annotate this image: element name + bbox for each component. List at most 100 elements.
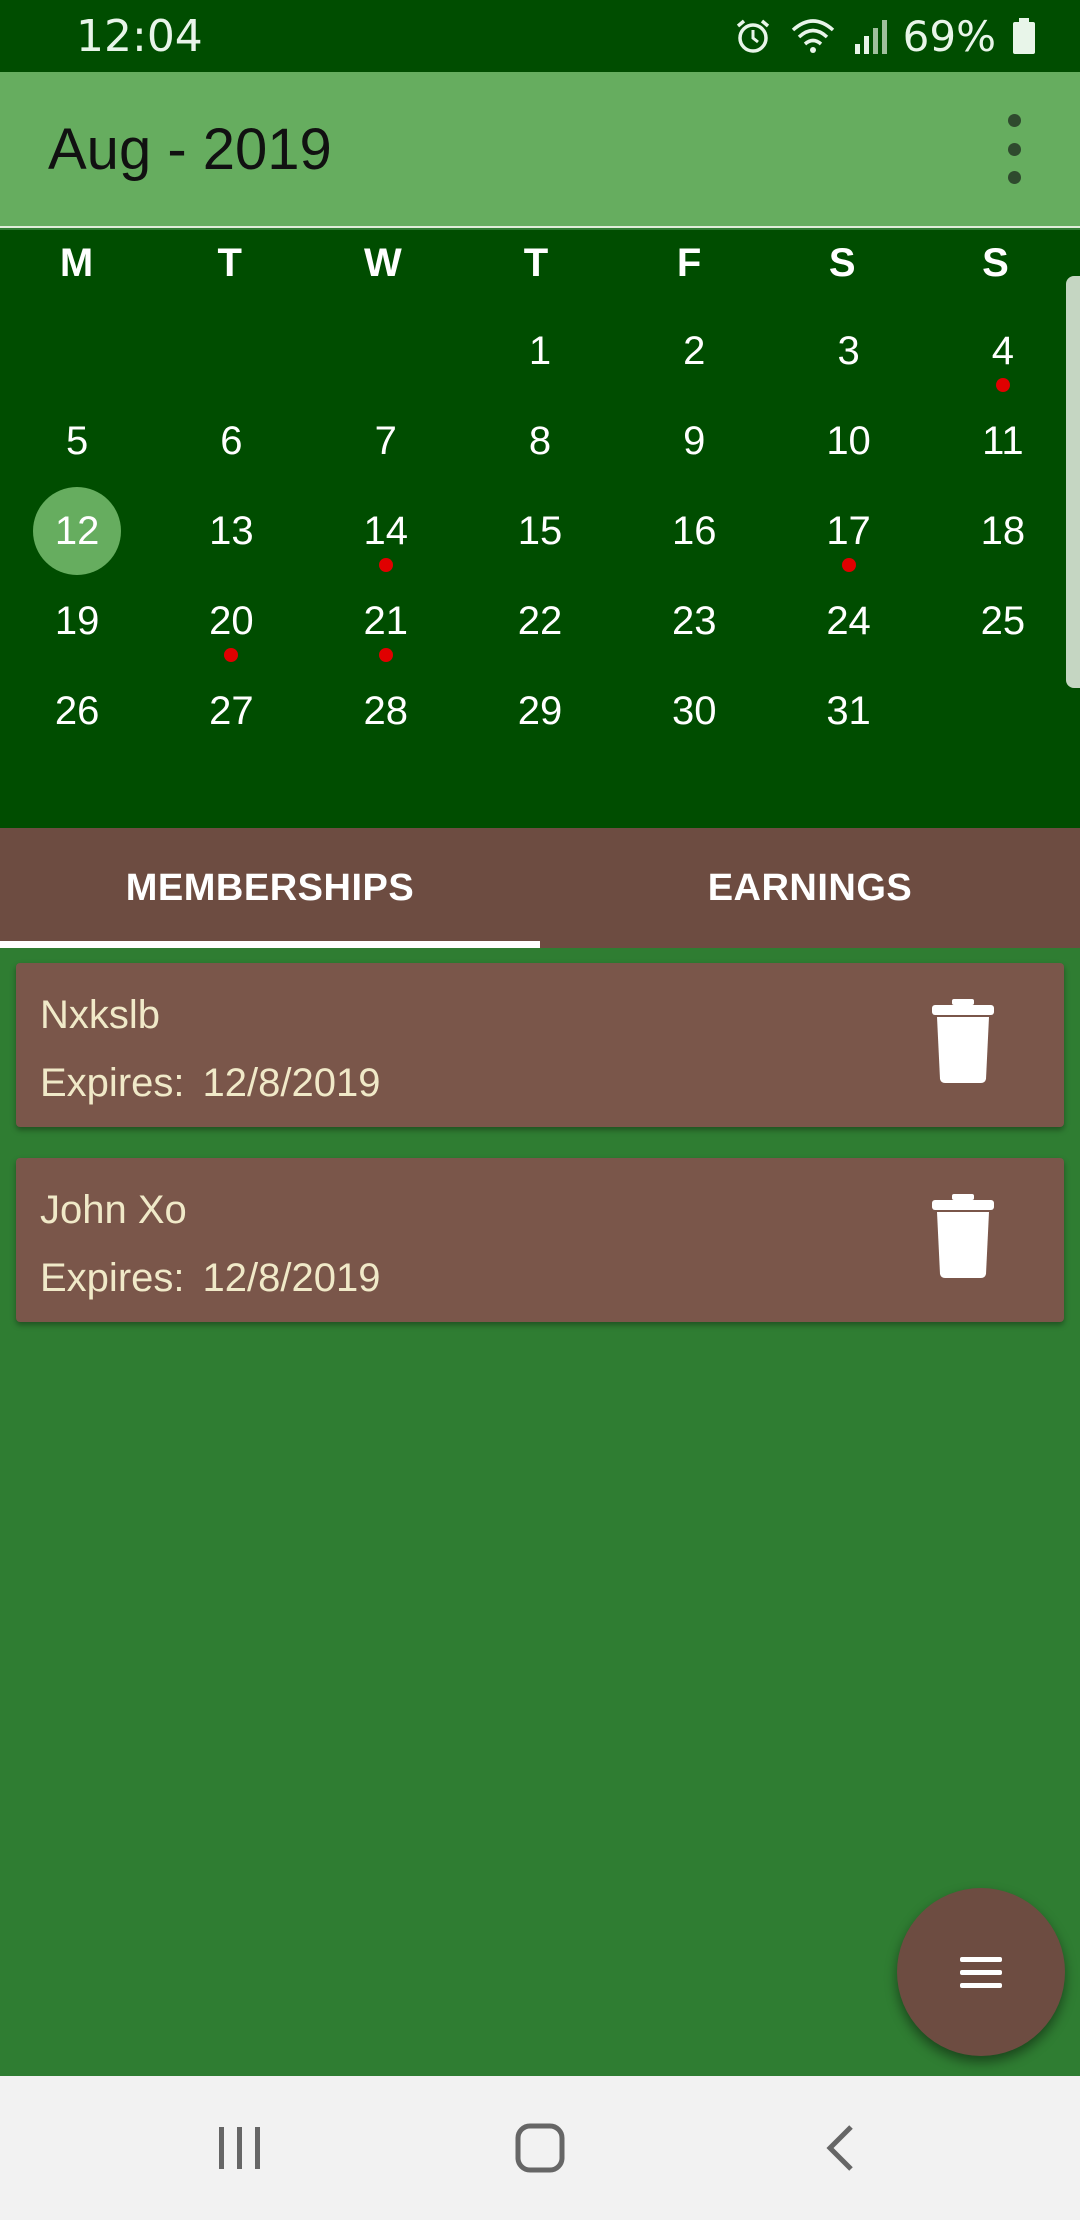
tab-memberships[interactable]: MEMBERSHIPS	[0, 828, 540, 948]
day-number: 11	[982, 418, 1024, 463]
calendar-scrollbar[interactable]	[1066, 276, 1080, 688]
day-number: 12	[54, 508, 100, 553]
battery-percent: 69%	[902, 11, 996, 61]
calendar-day[interactable]: 25	[926, 576, 1080, 666]
event-dot	[841, 558, 856, 572]
day-number: 27	[209, 688, 254, 733]
calendar-day-today[interactable]: 12	[0, 486, 154, 576]
calendar-grid: 1 2 3 4 5 6 7 8 9 10 11 12 13 14 15 16 17 18 19 20 21 22 23 24 2…	[0, 306, 1080, 756]
day-number: 9	[683, 418, 706, 463]
status-icons: 69%	[733, 12, 1036, 61]
event-dot	[224, 648, 239, 662]
tab-bar: MEMBERSHIPS EARNINGS	[0, 828, 1080, 948]
calendar-day[interactable]: 27	[154, 666, 308, 756]
calendar-day[interactable]: 17	[771, 486, 925, 576]
day-number: 21	[363, 598, 408, 643]
recent-apps-icon[interactable]	[180, 2098, 300, 2198]
day-number: 25	[980, 598, 1026, 643]
event-dot	[378, 648, 393, 662]
trash-icon[interactable]	[932, 1194, 994, 1278]
signal-icon	[853, 16, 887, 56]
calendar-day[interactable]: 1	[463, 306, 617, 396]
weekday-label: S	[982, 240, 1009, 285]
member-expiry: Expires: 12/8/2019	[40, 1061, 380, 1106]
calendar-day[interactable]: 24	[771, 576, 925, 666]
calendar-day[interactable]: 16	[617, 486, 771, 576]
calendar-day[interactable]: 30	[617, 666, 771, 756]
day-number: 7	[374, 418, 397, 463]
weekday-label: F	[676, 240, 702, 285]
day-number: 26	[54, 688, 100, 733]
back-icon[interactable]	[780, 2098, 900, 2198]
calendar-day[interactable]: 13	[154, 486, 308, 576]
weekday-label: T	[523, 240, 549, 285]
home-icon[interactable]	[480, 2098, 600, 2198]
member-name: John Xo	[40, 1188, 187, 1232]
day-number: 28	[363, 688, 408, 733]
day-number: 3	[837, 328, 860, 373]
weekday-label: T	[217, 240, 242, 285]
calendar-blank-cell	[0, 306, 154, 396]
day-number: 22	[517, 598, 563, 643]
day-number: 2	[683, 328, 706, 373]
menu-icon	[960, 1956, 1002, 1988]
calendar-day[interactable]: 29	[463, 666, 617, 756]
day-number: 17	[826, 508, 871, 553]
overflow-menu-icon[interactable]	[994, 114, 1034, 184]
calendar-day[interactable]: 6	[154, 396, 308, 486]
member-expiry: Expires: 12/8/2019	[40, 1256, 380, 1301]
membership-card[interactable]: Nxkslb Expires: 12/8/2019	[16, 963, 1064, 1127]
calendar-day[interactable]: 5	[0, 396, 154, 486]
calendar-day[interactable]: 21	[309, 576, 463, 666]
expires-label: Expires:	[40, 1061, 185, 1105]
weekday-header: MTWTFSS	[0, 230, 1080, 296]
day-number: 18	[980, 508, 1026, 553]
event-dot	[995, 378, 1010, 392]
calendar-day[interactable]: 10	[771, 396, 925, 486]
day-number: 20	[209, 598, 254, 643]
day-number: 30	[672, 688, 717, 733]
calendar-day[interactable]: 11	[926, 396, 1080, 486]
expires-date: 12/8/2019	[202, 1256, 381, 1300]
calendar-day[interactable]: 28	[309, 666, 463, 756]
calendar-day[interactable]: 7	[309, 396, 463, 486]
calendar-day[interactable]: 9	[617, 396, 771, 486]
calendar-day[interactable]: 2	[617, 306, 771, 396]
day-number: 23	[672, 598, 717, 643]
day-number: 5	[66, 418, 89, 463]
tab-earnings[interactable]: EARNINGS	[540, 828, 1080, 948]
calendar-day[interactable]: 20	[154, 576, 308, 666]
calendar-day[interactable]: 15	[463, 486, 617, 576]
day-number: 10	[826, 418, 871, 463]
calendar-day[interactable]: 22	[463, 576, 617, 666]
day-number: 4	[991, 328, 1014, 373]
expires-label: Expires:	[40, 1256, 185, 1300]
day-number: 19	[54, 598, 100, 643]
status-bar: 12:04 69%	[0, 0, 1080, 72]
day-number: 29	[517, 688, 563, 733]
weekday-label: M	[59, 240, 94, 285]
app-bar: Aug - 2019	[0, 72, 1080, 228]
status-time: 12:04	[76, 10, 203, 62]
calendar-day[interactable]: 8	[463, 396, 617, 486]
event-dot	[378, 558, 393, 572]
calendar-day[interactable]: 18	[926, 486, 1080, 576]
calendar-day[interactable]: 3	[771, 306, 925, 396]
alarm-icon	[733, 16, 773, 56]
day-number: 16	[672, 508, 717, 553]
system-nav-bar	[0, 2076, 1080, 2220]
calendar-day[interactable]: 19	[0, 576, 154, 666]
calendar-day[interactable]: 14	[309, 486, 463, 576]
calendar-day[interactable]: 4	[926, 306, 1080, 396]
day-number: 8	[528, 418, 552, 463]
trash-icon[interactable]	[932, 999, 994, 1083]
calendar-day[interactable]: 31	[771, 666, 925, 756]
battery-icon	[1012, 16, 1036, 56]
calendar-day[interactable]: 23	[617, 576, 771, 666]
membership-card[interactable]: John Xo Expires: 12/8/2019	[16, 1158, 1064, 1322]
calendar-day[interactable]: 26	[0, 666, 154, 756]
month-title: Aug - 2019	[48, 116, 332, 182]
day-number: 31	[826, 688, 871, 733]
menu-fab-button[interactable]	[897, 1888, 1065, 2056]
weekday-label: S	[828, 240, 856, 285]
